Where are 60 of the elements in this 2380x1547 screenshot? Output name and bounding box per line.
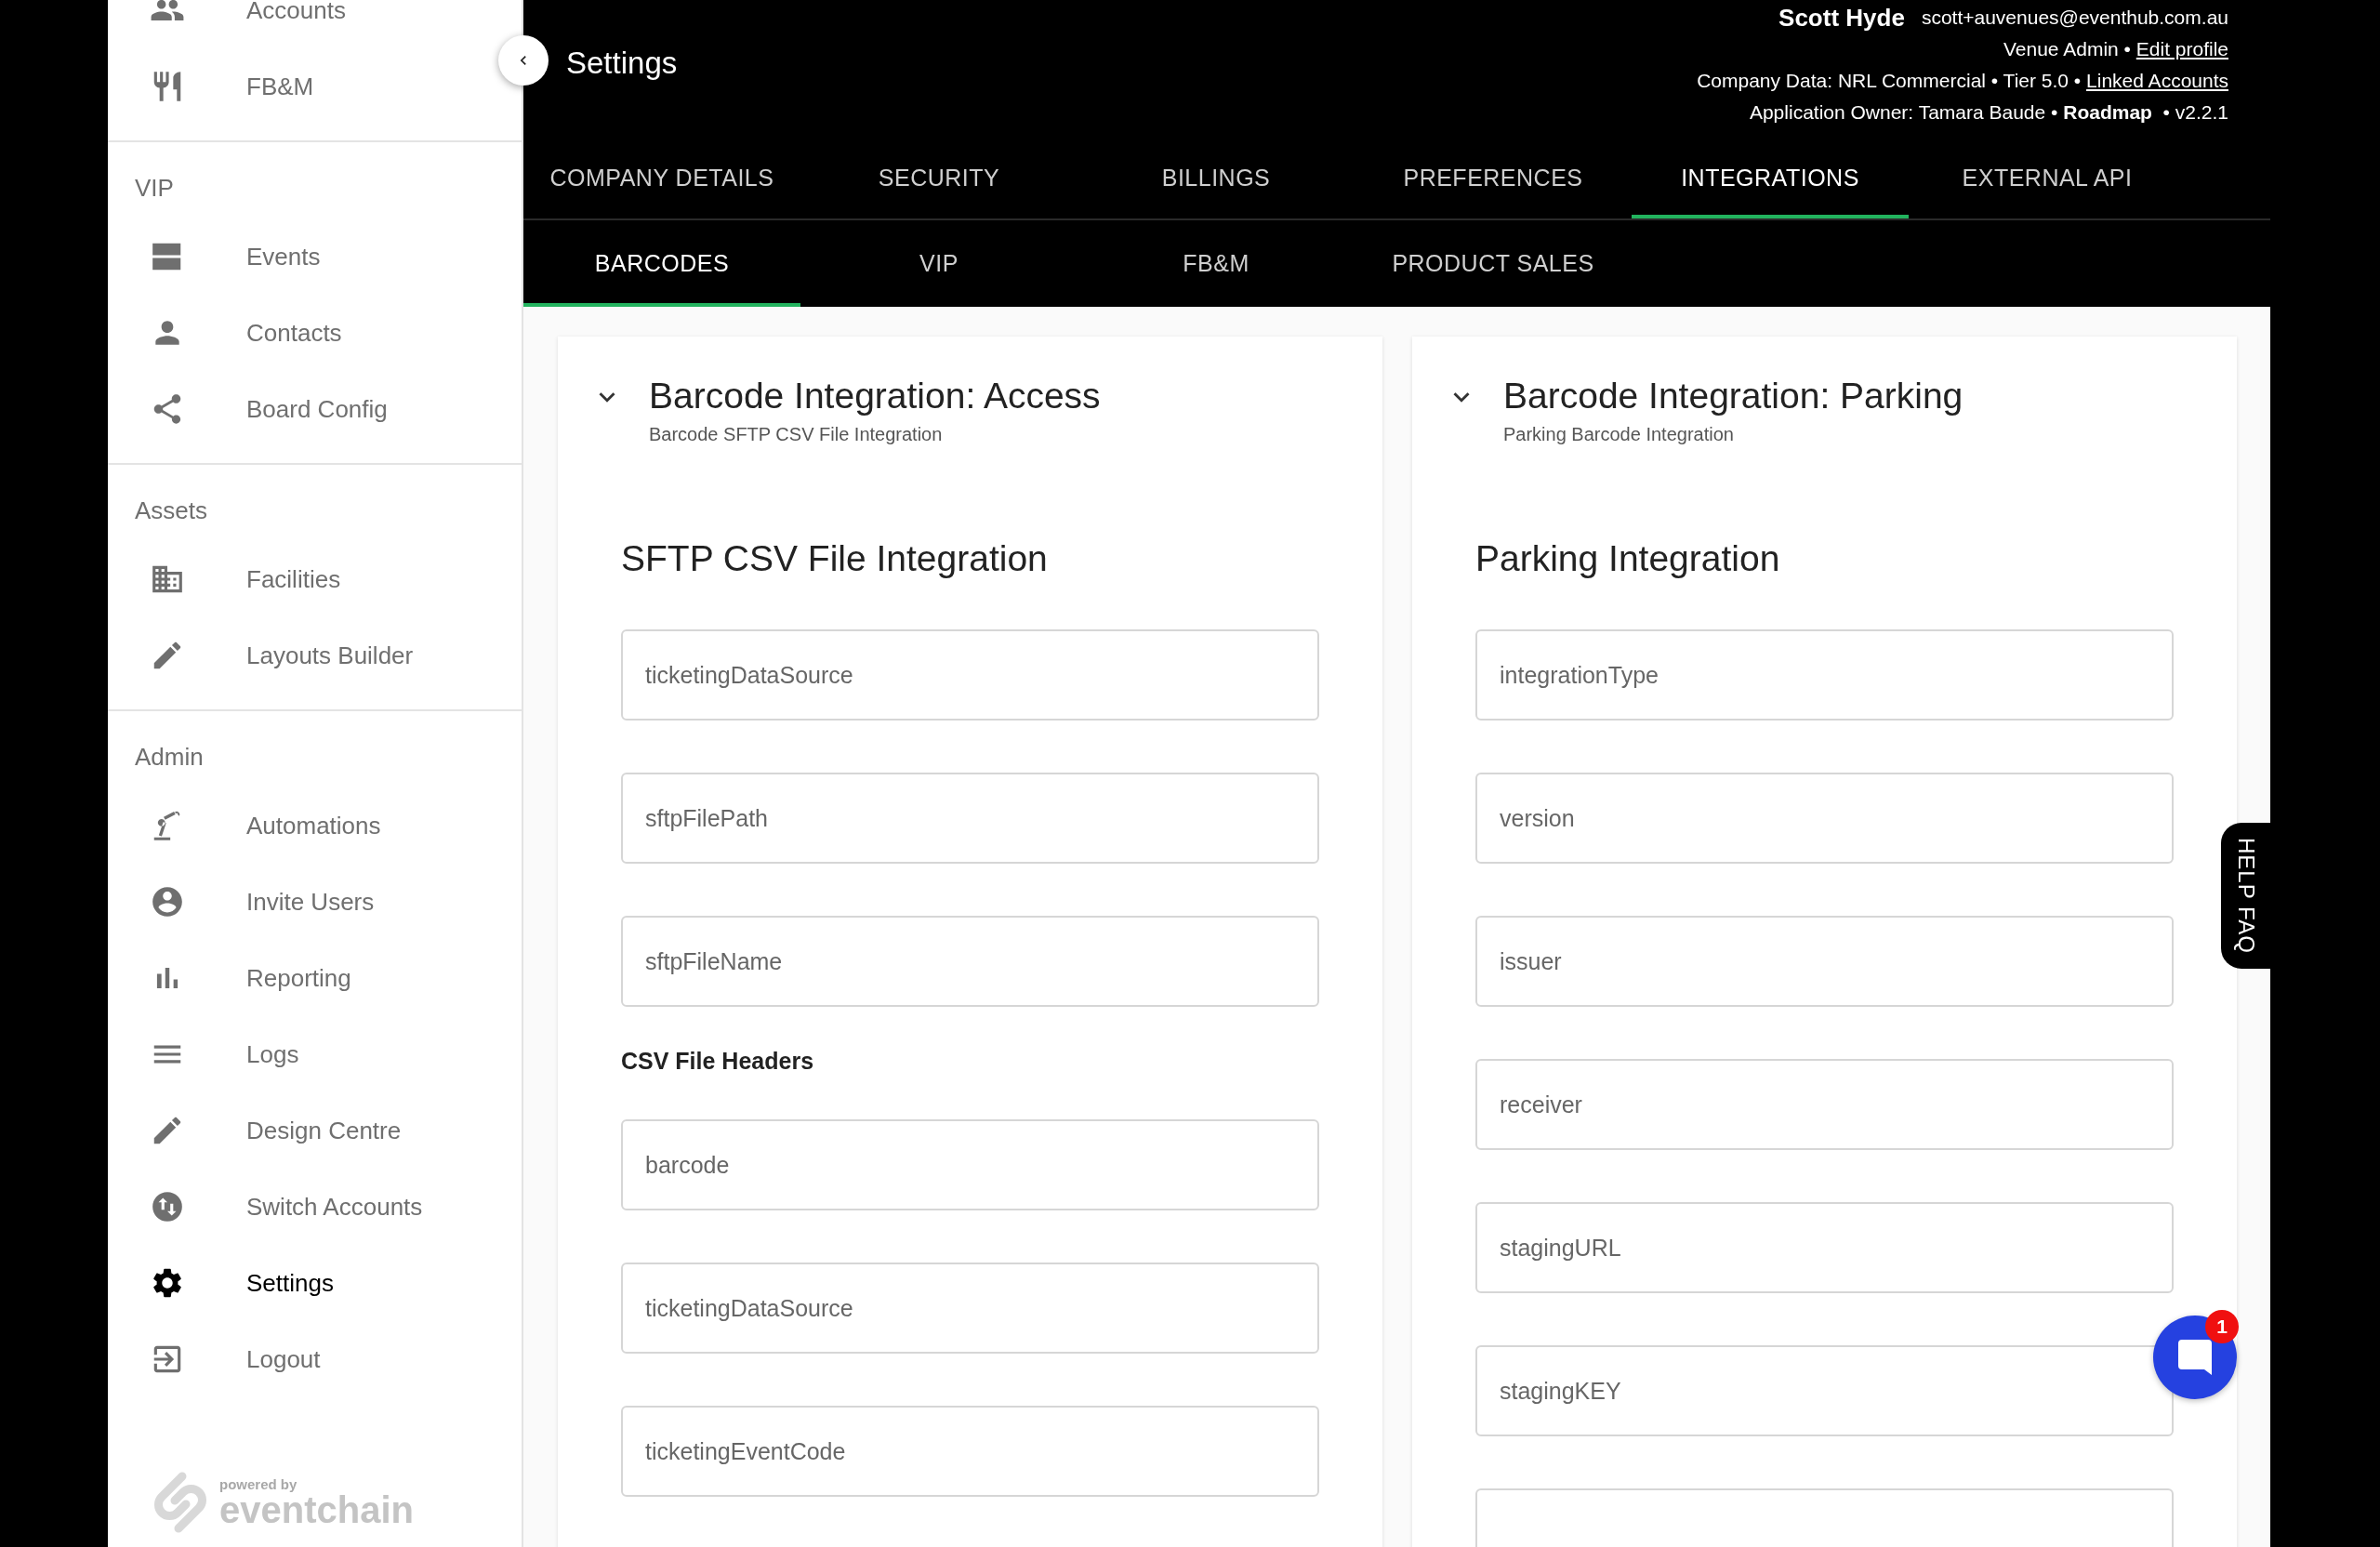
sidebar-item[interactable]: Invite Users [108, 864, 393, 940]
tab[interactable]: SECURITY [800, 137, 1078, 218]
section-title: SFTP CSV File Integration [621, 537, 1048, 580]
page-title: Settings [566, 45, 678, 82]
card-title: Barcode Integration: Parking [1503, 375, 1964, 417]
roadmap-link[interactable]: Roadmap [2063, 97, 2152, 128]
sidebar-item[interactable]: FB&M [108, 48, 333, 125]
input-field[interactable]: barcode [621, 1119, 1319, 1210]
sidebar-item[interactable]: Switch Accounts [108, 1169, 442, 1245]
section-title: Parking Integration [1475, 537, 1780, 580]
company-info: Company Data: NRL Commercial • Tier 5.0 • [1697, 69, 2082, 93]
linked-accounts-link[interactable]: Linked Accounts [2086, 65, 2228, 97]
help-faq-tab[interactable]: HELP FAQ [2221, 823, 2271, 969]
sidebar-item[interactable]: Settings [108, 1245, 352, 1321]
sub-tab[interactable]: VIP [800, 220, 1078, 307]
input-field[interactable]: stagingURL [1475, 1202, 2174, 1293]
sidebar-item[interactable]: Accounts [108, 0, 364, 48]
input-field[interactable]: receiver [1475, 1059, 2174, 1150]
user-role: Venue Admin • [2003, 37, 2132, 61]
input-field[interactable]: ticketingEventCode [621, 1406, 1319, 1497]
section-heading: Admin [134, 741, 204, 773]
section-heading: VIP [134, 172, 174, 204]
input-field[interactable]: stagingKEY [1475, 1345, 2174, 1436]
user-name: Scott Hyde [1778, 3, 1905, 33]
sidebar-item[interactable]: Contacts [108, 295, 361, 371]
card-subtitle: Parking Barcode Integration [1503, 424, 1735, 445]
sidebar-item[interactable]: Facilities [108, 541, 360, 617]
input-field[interactable]: sftpFilePath [621, 773, 1319, 864]
input-field[interactable]: integrationType [1475, 629, 2174, 721]
input-field[interactable]: version [1475, 773, 2174, 864]
input-field[interactable]: sftpFileName [621, 916, 1319, 1007]
input-field[interactable]: ticketingDataSource [621, 629, 1319, 721]
circular-arrows-icon [150, 1189, 185, 1224]
sidebar-item[interactable]: Events [108, 218, 339, 295]
sidebar-item[interactable]: Design Centre [108, 1092, 420, 1169]
tab[interactable]: BILLINGS [1078, 137, 1355, 218]
speech-bubble-icon [2176, 1338, 2214, 1377]
sidebar-item[interactable]: Logout [108, 1321, 339, 1397]
user-email: scott+auvenues@eventhub.com.au [1921, 6, 2228, 30]
sub-tab[interactable]: FB&M [1078, 220, 1355, 307]
sidebar-item[interactable]: Reporting [108, 940, 370, 1016]
edit-profile-link[interactable]: Edit profile [2135, 33, 2228, 65]
owner-info: Application Owner: Tamara Baude • [1749, 100, 2059, 125]
sub-tab[interactable]: BARCODES [523, 220, 800, 307]
input-field[interactable]: issuer [1475, 916, 2174, 1007]
tab[interactable]: COMPANY DETAILS [523, 137, 800, 218]
card-subtitle: Barcode SFTP CSV File Integration [649, 424, 944, 445]
sidebar-item[interactable]: Layouts Builder [108, 617, 432, 694]
sidebar-item[interactable]: Automations [108, 787, 400, 864]
sub-tab[interactable]: PRODUCT SALES [1355, 220, 1632, 307]
card-title: Barcode Integration: Access [649, 375, 1101, 417]
section-heading: Assets [134, 495, 208, 526]
version-label: • v2.2.1 [2162, 100, 2228, 125]
tab[interactable]: PREFERENCES [1355, 137, 1632, 218]
sidebar-item[interactable]: Board Config [108, 371, 406, 447]
input-field[interactable]: ticketingDataSource [621, 1263, 1319, 1354]
tab[interactable]: EXTERNAL API [1909, 137, 2186, 218]
sidebar-item[interactable]: Logs [108, 1016, 318, 1092]
tagline: powered by [219, 1476, 298, 1491]
subheading: CSV File Headers [621, 1048, 814, 1075]
